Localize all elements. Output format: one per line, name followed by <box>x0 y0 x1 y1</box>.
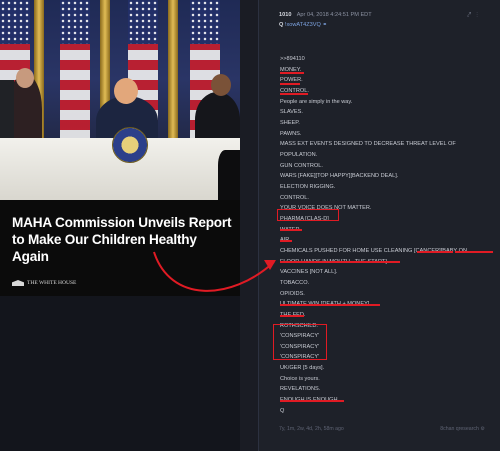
annotation-underline <box>280 83 300 85</box>
post-age: 7y, 1m, 2w, 4d, 2h, 58m ago <box>279 426 344 432</box>
annotation-underline <box>280 315 304 317</box>
annotation-underline <box>455 251 493 253</box>
post-date: Apr 04, 2018 4:24:51 PM EDT <box>296 12 372 18</box>
link-icon[interactable]: ⚭ <box>322 22 327 28</box>
post-line: CONTROL. <box>280 194 309 201</box>
post-line: PAWNS. <box>280 130 302 137</box>
post-line: Choice is yours. <box>280 375 320 382</box>
post-line: Q <box>280 407 285 414</box>
settings-icon[interactable]: ⚙ <box>480 426 485 432</box>
source-label: THE WHITE HOUSE <box>27 280 77 286</box>
annotation-underline <box>280 261 400 263</box>
annotation-arrow <box>153 251 276 292</box>
white-house-icon <box>12 280 24 286</box>
annotation-underline <box>280 93 308 95</box>
presidential-seal <box>112 127 148 163</box>
annotation-underline <box>280 240 292 242</box>
post-line[interactable]: >>894110 <box>280 56 305 63</box>
post-header: 1010 Apr 04, 2018 4:24:51 PM EDT <box>279 12 372 18</box>
post-line: UK/GER [5 days]. <box>280 365 325 372</box>
annotation-box <box>273 324 327 360</box>
post-line: OPIOIDS. <box>280 290 305 297</box>
post-source[interactable]: 8chan qresearch ⚙ <box>440 426 485 432</box>
post-line: GUN CONTROL. <box>280 162 323 169</box>
annotation-underline <box>280 72 304 74</box>
annotation-underline <box>280 229 302 231</box>
annotation-underline <box>280 304 380 306</box>
post-line: SHEEP. <box>280 119 300 126</box>
tripcode: !xowAT4Z3VQ <box>284 22 321 28</box>
post-number[interactable]: 1010 <box>279 12 291 18</box>
post-line: VACCINES [NOT ALL]. <box>280 269 338 276</box>
annotation-box <box>277 209 339 221</box>
post-line: REVELATIONS. <box>280 386 321 393</box>
post-line: ELECTION RIGGING. <box>280 183 336 190</box>
q-post: 1010 Apr 04, 2018 4:24:51 PM EDT Q !xowA… <box>258 0 500 451</box>
share-icon[interactable]: ⤤ <box>467 12 476 19</box>
post-line: POPULATION. <box>280 151 318 158</box>
post-line: WARS [FAKE][TOP HAPPY][BACKEND DEAL]. <box>280 173 399 180</box>
menu-icon[interactable]: ⋮ <box>476 12 483 19</box>
post-line: TOBACCO. <box>280 279 310 286</box>
post-line: People are simply in the way. <box>280 98 353 105</box>
post-line: MASS EXT EVENTS DESIGNED TO DECREASE THR… <box>280 141 456 148</box>
post-author: Q !xowAT4Z3VQ ⚭ <box>279 22 327 28</box>
annotation-underline <box>417 251 453 253</box>
divider <box>240 0 258 451</box>
press-photo <box>0 0 240 200</box>
annotation-underline <box>280 400 344 402</box>
white-house-logo: THE WHITE HOUSE <box>12 280 76 286</box>
author-name: Q <box>279 22 284 28</box>
post-line: SLAVES. <box>280 109 303 116</box>
